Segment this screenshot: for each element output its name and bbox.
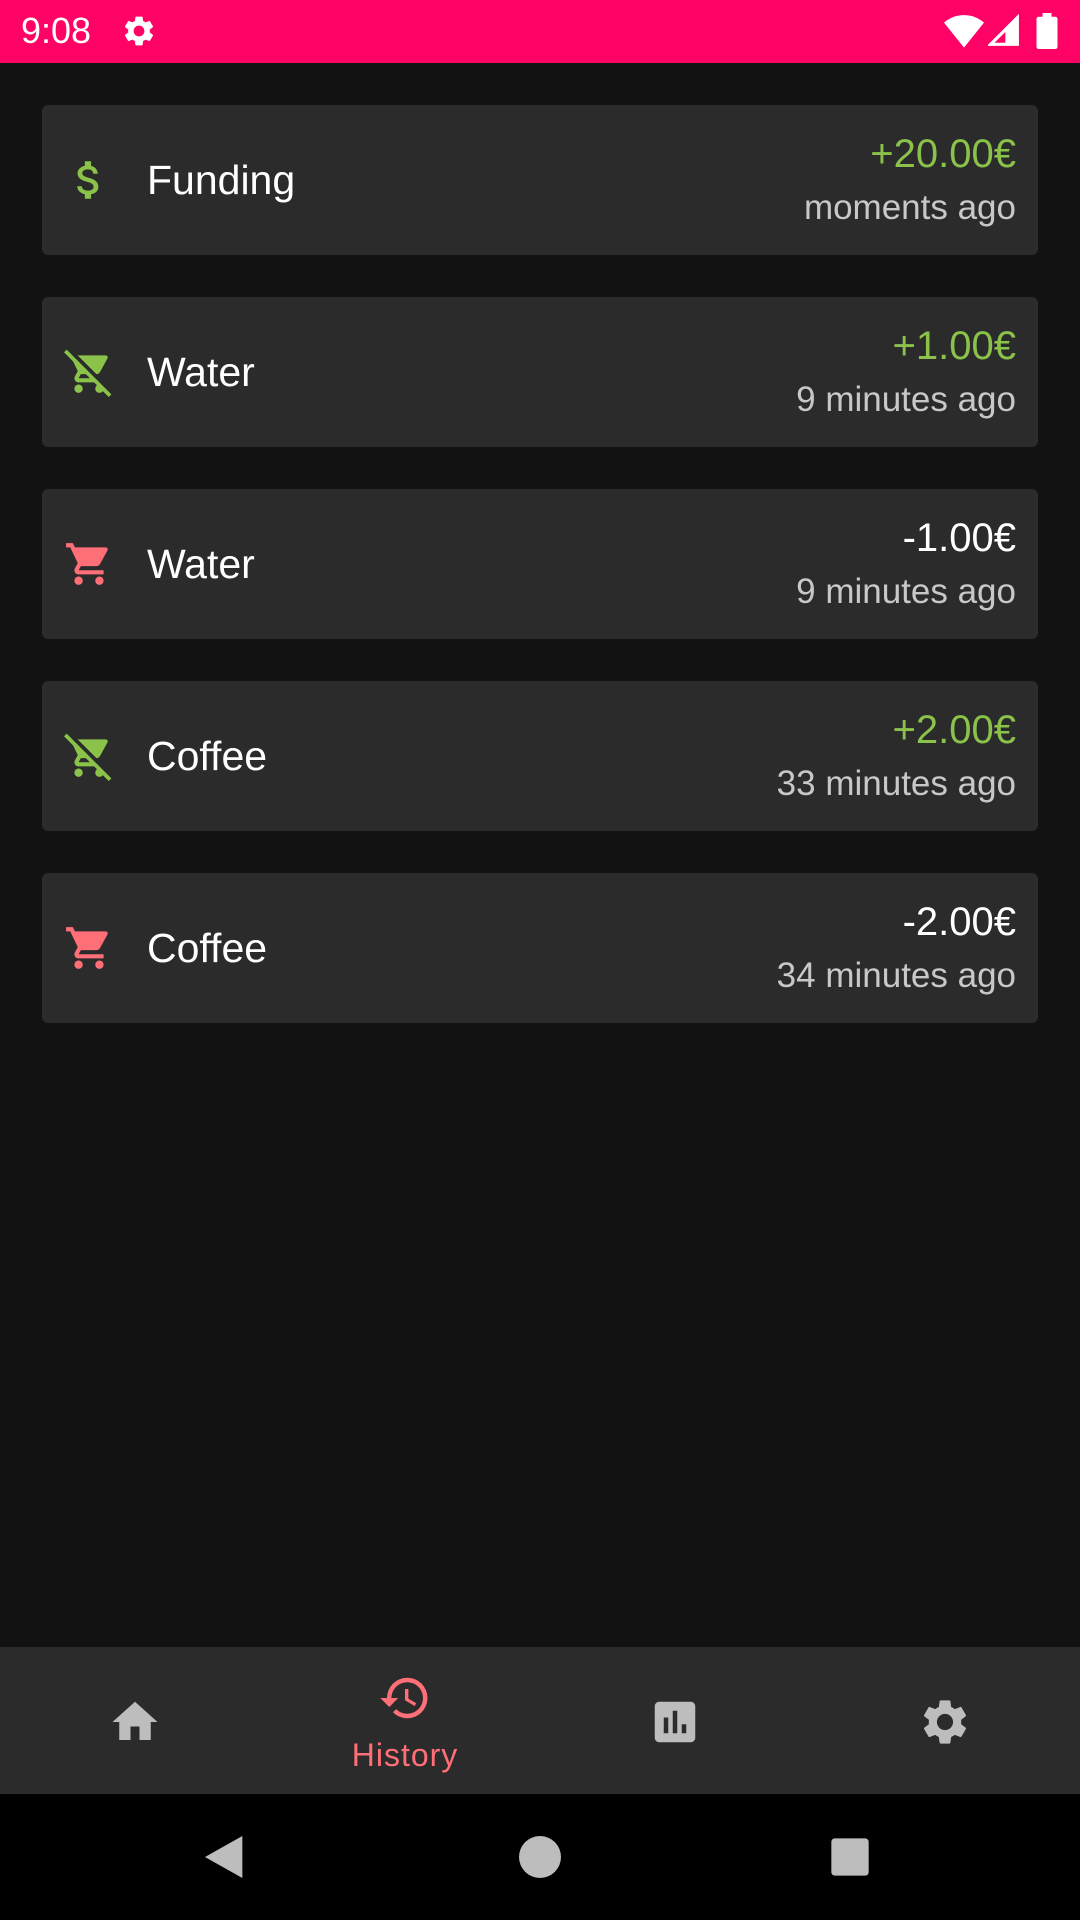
bar-chart-icon [654, 1701, 696, 1743]
battery-icon [1036, 13, 1058, 49]
app-root: 9:08 Funding +20.00€ moments ago Water +… [0, 0, 1080, 1920]
card-time: moments ago [803, 188, 1016, 227]
settings-icon [923, 1700, 967, 1744]
nav-history-label: History [351, 1737, 459, 1773]
home-icon [112, 1701, 158, 1740]
home-circle-icon[interactable] [512, 1829, 568, 1885]
status-time: 9:08 [21, 10, 92, 51]
cart-off-icon [64, 349, 112, 397]
history-card[interactable]: Water +1.00€ 9 minutes ago [42, 297, 1038, 447]
card-title: Water [147, 541, 255, 587]
cart-icon [66, 543, 108, 585]
wifi-icon [944, 15, 984, 48]
bottom-navigation: History [0, 1647, 1080, 1794]
cart-off-icon [64, 733, 112, 781]
card-amount: +2.00€ [892, 708, 1016, 752]
nav-home[interactable] [0, 1647, 270, 1794]
history-icon [380, 1677, 428, 1719]
dollar-icon [77, 161, 99, 199]
card-title: Coffee [147, 925, 268, 971]
history-list: Funding +20.00€ moments ago Water +1.00€… [42, 105, 1038, 1065]
history-card[interactable]: Coffee +2.00€ 33 minutes ago [42, 681, 1038, 831]
nav-settings[interactable] [810, 1647, 1080, 1794]
nav-statistics[interactable] [540, 1647, 810, 1794]
gear-icon [124, 16, 154, 46]
card-time: 34 minutes ago [776, 956, 1016, 995]
card-title: Funding [147, 157, 296, 203]
card-time: 9 minutes ago [796, 380, 1016, 419]
card-amount: -1.00€ [902, 516, 1016, 560]
back-icon[interactable] [198, 1829, 254, 1885]
card-amount: +20.00€ [870, 132, 1016, 176]
card-amount: +1.00€ [892, 324, 1016, 368]
history-card[interactable]: Coffee -2.00€ 34 minutes ago [42, 873, 1038, 1023]
signal-icon [988, 14, 1019, 46]
status-bar: 9:08 [0, 0, 1080, 63]
system-navigation-bar [0, 1794, 1080, 1920]
card-title: Coffee [147, 733, 268, 779]
card-time: 33 minutes ago [776, 764, 1016, 803]
cart-icon [66, 927, 108, 969]
card-amount: -2.00€ [902, 900, 1016, 944]
history-card[interactable]: Funding +20.00€ moments ago [42, 105, 1038, 255]
card-time: 9 minutes ago [796, 572, 1016, 611]
recents-icon[interactable] [822, 1829, 878, 1885]
nav-history[interactable]: History [270, 1647, 540, 1794]
history-card[interactable]: Water -1.00€ 9 minutes ago [42, 489, 1038, 639]
card-title: Water [147, 349, 255, 395]
